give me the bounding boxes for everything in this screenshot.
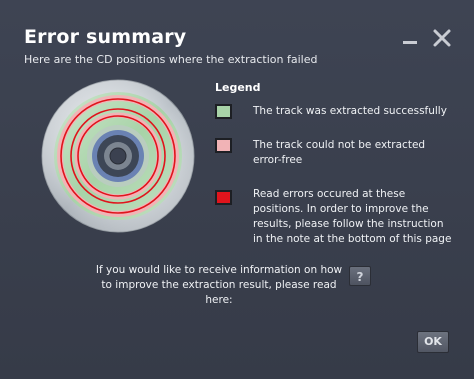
legend-title: Legend: [215, 81, 261, 94]
legend-label: Read errors occured at these positions. …: [253, 188, 452, 245]
dialog-title: Error summary: [24, 26, 187, 48]
read-error-swatch: [215, 190, 232, 205]
help-button[interactable]: ?: [349, 266, 371, 286]
close-icon: [433, 29, 451, 47]
minimize-icon: [403, 41, 417, 44]
error-summary-dialog: Error summary Here are the CD positions …: [0, 0, 474, 379]
not-error-free-swatch: [215, 138, 232, 153]
close-button[interactable]: [432, 28, 452, 48]
disc-hole: [109, 147, 127, 165]
cd-disc-diagram: [41, 79, 195, 233]
success-swatch: [215, 104, 232, 119]
dialog-subtitle: Here are the CD positions where the extr…: [24, 53, 318, 66]
minimize-button[interactable]: [400, 28, 420, 48]
legend-label: The track was extracted successfully: [253, 105, 447, 117]
improve-info-text: If you would like to receive information…: [95, 264, 343, 306]
legend-label: The track could not be extracted error-f…: [253, 139, 426, 166]
ok-button[interactable]: OK: [417, 331, 449, 353]
